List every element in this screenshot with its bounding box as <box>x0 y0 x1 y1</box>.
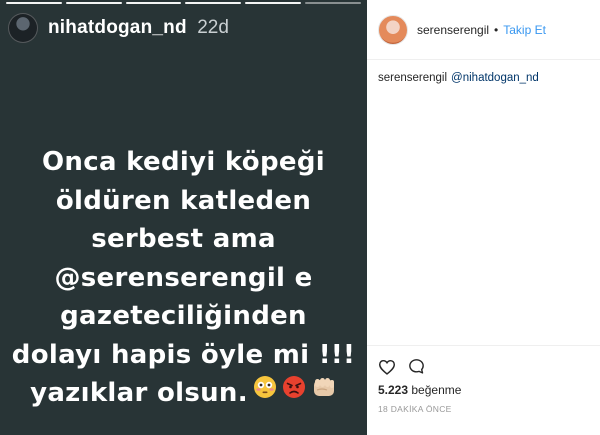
separator-dot: • <box>494 22 499 37</box>
fist-icon <box>311 372 337 411</box>
story-progress-bar <box>6 2 361 4</box>
story-text: Onca kediyi köpeği öldüren katleden serb… <box>0 143 367 413</box>
caption-username[interactable]: serenserengil <box>378 72 447 84</box>
flushed-face-icon <box>253 372 277 411</box>
story-line: serbest ama <box>91 224 276 254</box>
story-age: 22d <box>197 17 229 38</box>
story-avatar[interactable] <box>8 13 38 43</box>
story-line: @serenserengil e <box>54 262 313 293</box>
angry-face-icon <box>282 372 306 411</box>
story-last-line: yazıklar olsun. <box>0 374 367 413</box>
story-line: dolayı hapis öyle mi !!! <box>11 339 356 370</box>
caption-mention[interactable]: @nihatdogan_nd <box>451 72 539 84</box>
story-line: öldüren katleden <box>55 185 312 216</box>
post-caption: serenserengil @nihatdogan_nd <box>378 72 539 84</box>
story-header: nihatdogan_nd 22d <box>8 10 229 46</box>
post-timestamp: 18 DAKİKA ÖNCE <box>378 404 452 414</box>
story-username[interactable]: nihatdogan_nd <box>48 17 187 38</box>
story-panel: nihatdogan_nd 22d Onca kediyi köpeği öld… <box>0 0 367 435</box>
post-panel: serenserengil • Takip Et serenserengil @n… <box>367 0 600 435</box>
post-actions <box>378 358 425 380</box>
post-header: serenserengil • Takip Et <box>367 0 600 60</box>
likes-count[interactable]: 5.223 beğenme <box>378 383 461 397</box>
comment-icon[interactable] <box>408 358 425 380</box>
post-username[interactable]: serenserengil <box>417 23 489 37</box>
story-line: yazıklar olsun. <box>30 378 248 408</box>
likes-label: beğenme <box>411 383 462 397</box>
story-line: gazeteciliğinden <box>60 301 307 331</box>
story-line: Onca kediyi köpeği <box>42 147 325 177</box>
post-avatar[interactable] <box>378 14 408 45</box>
follow-button[interactable]: Takip Et <box>503 23 546 37</box>
post-footer: 5.223 beğenme 18 DAKİKA ÖNCE <box>367 345 600 414</box>
heart-icon[interactable] <box>378 359 396 380</box>
likes-number: 5.223 <box>378 383 409 397</box>
